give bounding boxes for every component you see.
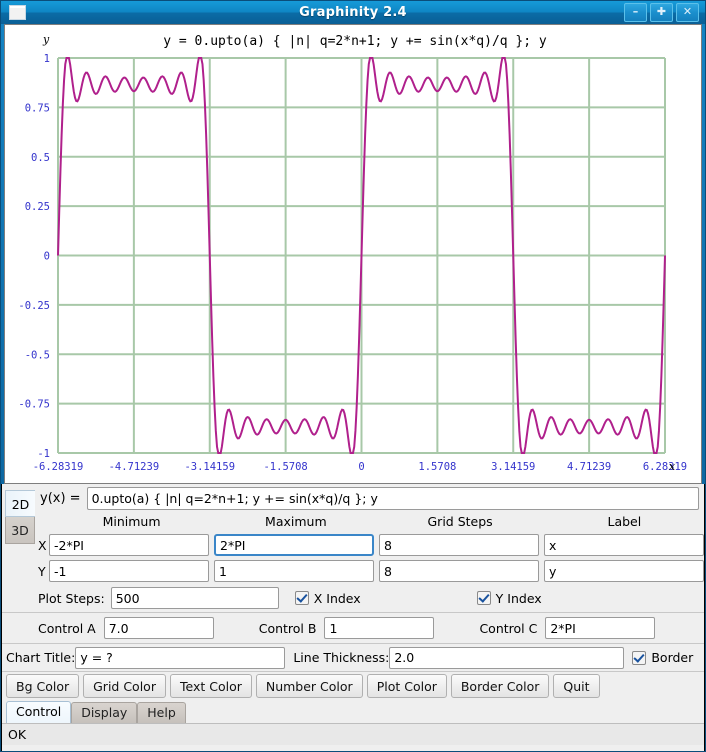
- line-thickness-label: Line Thickness:: [293, 650, 390, 665]
- x-minimum-input[interactable]: [49, 534, 209, 556]
- control-c-input[interactable]: [545, 617, 656, 639]
- controls-area: 2D 3D y(x) = Minimum Maximum Grid Steps …: [1, 484, 705, 751]
- tab-control[interactable]: Control: [6, 701, 72, 723]
- x-index-checkbox[interactable]: X Index: [294, 590, 361, 606]
- x-label-input[interactable]: [544, 534, 704, 556]
- minimize-button[interactable]: –: [624, 3, 647, 22]
- plot-color-button[interactable]: Plot Color: [366, 674, 447, 698]
- x-tick-label: -4.71239: [109, 461, 160, 473]
- y-tick-label: 0.5: [31, 152, 50, 164]
- y-maximum-input[interactable]: [214, 560, 374, 582]
- chart-panel[interactable]: y y = 0.upto(a) { |n| q=2*n+1; y += sin(…: [4, 24, 702, 484]
- number-color-button[interactable]: Number Color: [255, 674, 363, 698]
- chart-title: y = 0.upto(a) { |n| q=2*n+1; y += sin(x*…: [163, 34, 547, 49]
- chart-canvas: y y = 0.upto(a) { |n| q=2*n+1; y += sin(…: [18, 33, 687, 473]
- y-tick-label: 1: [44, 53, 50, 65]
- header-grid-steps: Grid Steps: [427, 513, 493, 529]
- table-header-row: Minimum Maximum Grid Steps Label: [2, 510, 704, 532]
- x-axis-label: x: [669, 460, 676, 473]
- border-checkbox[interactable]: Border: [632, 650, 693, 665]
- equation-label: y(x) =: [40, 490, 81, 506]
- header-label: Label: [607, 513, 642, 529]
- y-tick-label: -1: [37, 448, 50, 460]
- control-b-input[interactable]: [324, 617, 435, 639]
- control-c-label: Control C: [479, 620, 538, 636]
- header-minimum: Minimum: [102, 513, 161, 529]
- plot-steps-label: Plot Steps:: [38, 590, 105, 606]
- minimize-icon: –: [632, 5, 639, 18]
- close-icon: ✕: [682, 5, 693, 18]
- y-axis-tick-labels: 1 0.75 0.5 0.25 0 -0.25 -0.5 -0.75 -1: [18, 53, 50, 460]
- chart-title-label: Chart Title:: [6, 650, 76, 665]
- x-tick-label: -3.14159: [184, 461, 235, 473]
- equation-input[interactable]: [86, 486, 699, 510]
- y-index-checkbox[interactable]: Y Index: [476, 590, 542, 606]
- plot-steps-row: Plot Steps: X Index Y Index: [2, 584, 704, 613]
- close-button[interactable]: ✕: [676, 3, 699, 22]
- maximize-icon: ✚: [656, 5, 667, 18]
- dimension-tabs: 2D 3D: [5, 490, 35, 544]
- x-grid-steps-input[interactable]: [379, 534, 539, 556]
- y-tick-label: -0.75: [18, 399, 50, 411]
- title-bar: Graphinity 2.4 – ✚ ✕: [1, 1, 705, 24]
- application-window: Graphinity 2.4 – ✚ ✕ y y = 0.upto(a) { |…: [0, 0, 706, 752]
- border-label: Border: [651, 650, 694, 665]
- tab-display[interactable]: Display: [71, 702, 138, 723]
- control-parameters-row: Control A Control B Control C: [2, 613, 704, 644]
- x-tick-label: 0: [358, 461, 364, 473]
- window-buttons: – ✚ ✕: [624, 3, 705, 22]
- y-axis-label: y: [42, 33, 50, 46]
- x-maximum-input[interactable]: [214, 534, 374, 556]
- maximize-button[interactable]: ✚: [650, 3, 673, 22]
- axis-letter-y: Y: [38, 563, 46, 579]
- chart-title-input[interactable]: [75, 646, 286, 669]
- y-index-label: Y Index: [495, 590, 542, 606]
- x-tick-label: -6.28319: [33, 461, 84, 473]
- x-tick-label: 3.14159: [491, 461, 535, 473]
- status-bar: OK: [2, 723, 704, 745]
- y-tick-label: -0.5: [25, 349, 50, 361]
- x-tick-label: 6.28319: [643, 461, 687, 473]
- border-check-icon: [632, 650, 647, 665]
- bg-color-button[interactable]: Bg Color: [6, 674, 80, 698]
- x-index-label: X Index: [313, 590, 361, 606]
- grid-color-button[interactable]: Grid Color: [83, 674, 166, 698]
- equation-row: y(x) =: [2, 484, 704, 510]
- line-thickness-input[interactable]: [389, 646, 625, 669]
- tab-help[interactable]: Help: [137, 702, 186, 723]
- control-a-input[interactable]: [103, 617, 214, 639]
- axis-row-x: X: [2, 532, 704, 558]
- status-text: OK: [8, 727, 27, 742]
- x-tick-label: 1.5708: [418, 461, 456, 473]
- tab-3d[interactable]: 3D: [5, 517, 35, 544]
- header-maximum: Maximum: [265, 513, 327, 529]
- text-color-button[interactable]: Text Color: [169, 674, 252, 698]
- y-tick-label: 0.25: [25, 201, 50, 213]
- control-b-label: Control B: [258, 620, 317, 636]
- quit-button[interactable]: Quit: [553, 674, 600, 698]
- control-a-label: Control A: [38, 620, 96, 636]
- y-tick-label: -0.25: [18, 300, 50, 312]
- window-title: Graphinity 2.4: [299, 5, 407, 20]
- x-index-check-icon: [294, 591, 309, 605]
- tab-2d[interactable]: 2D: [5, 490, 35, 517]
- plot-steps-input[interactable]: [110, 587, 279, 609]
- axis-letter-x: X: [38, 537, 47, 553]
- axis-row-y: Y: [2, 558, 704, 584]
- x-tick-label: -1.5708: [263, 461, 307, 473]
- y-minimum-input[interactable]: [49, 560, 209, 582]
- y-tick-label: 0: [44, 251, 50, 263]
- border-color-button[interactable]: Border Color: [450, 674, 550, 698]
- y-grid-steps-input[interactable]: [379, 560, 539, 582]
- y-label-input[interactable]: [544, 560, 704, 582]
- window-icon: [9, 5, 26, 20]
- color-buttons-row: Bg Color Grid Color Text Color Number Co…: [2, 672, 704, 700]
- chart-title-row: Chart Title: Line Thickness: Border: [2, 644, 704, 672]
- y-tick-label: 0.75: [25, 102, 50, 114]
- bottom-tab-bar: Control Display Help: [2, 700, 704, 723]
- x-axis-tick-labels: -6.28319 -4.71239 -3.14159 -1.5708 0 1.5708 3.…: [33, 461, 687, 473]
- x-tick-label: 4.71239: [567, 461, 611, 473]
- y-index-check-icon: [476, 591, 491, 605]
